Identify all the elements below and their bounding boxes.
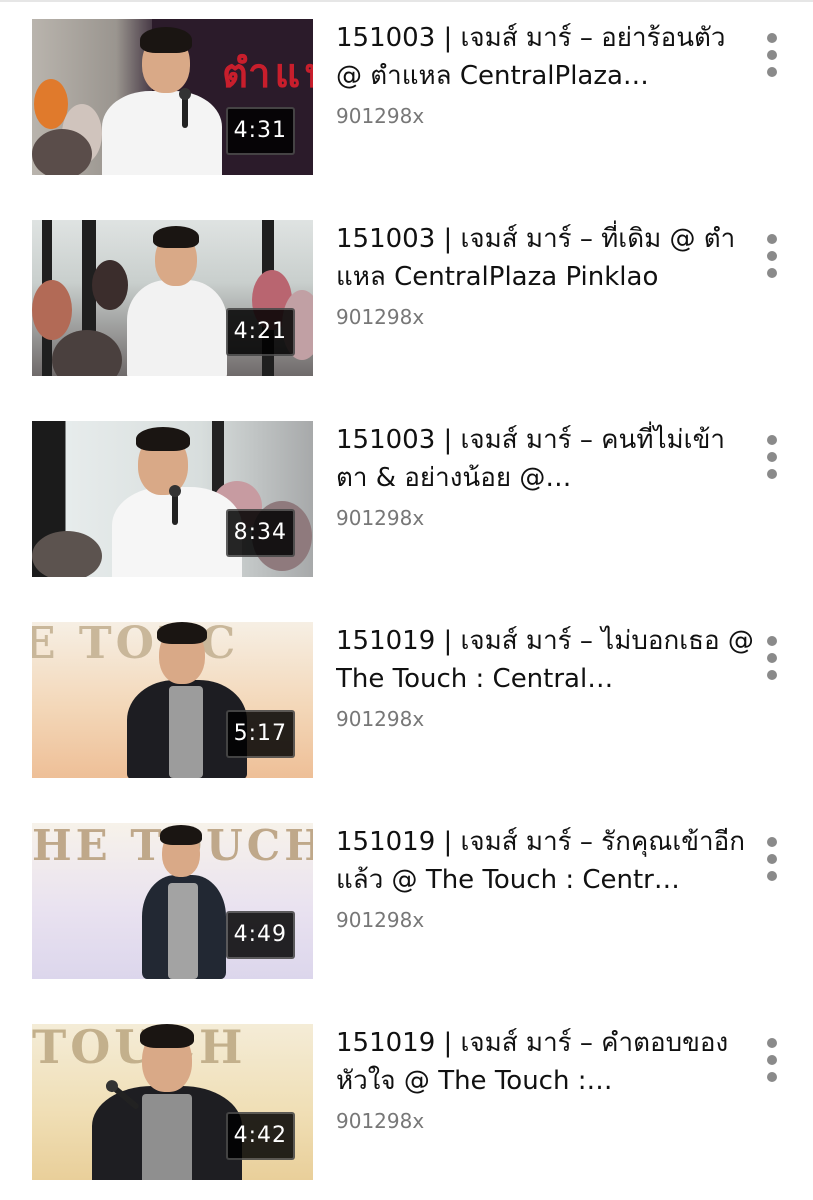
video-meta: 151003 | เจมส์ มาร์ – คนที่ไม่เข้าตา & อ…	[336, 421, 756, 531]
top-divider	[0, 0, 813, 2]
more-vert-icon[interactable]	[760, 435, 784, 479]
video-item[interactable]: TOUCH 4:42 151019 | เจมส์ มาร์ – คำตอบขอ…	[0, 1024, 813, 1184]
video-view-count: 901298x	[336, 707, 425, 731]
menu-dot	[767, 1072, 777, 1082]
video-thumbnail[interactable]: HE TOUCH 4:49	[32, 823, 313, 979]
video-thumbnail[interactable]: 4:21	[32, 220, 313, 376]
menu-dot	[767, 469, 777, 479]
menu-dot	[767, 435, 777, 445]
video-item[interactable]: E TOUC 5:17 151019 | เจมส์ มาร์ – ไม่บอก…	[0, 622, 813, 782]
video-duration-badge: 4:21	[225, 308, 295, 356]
menu-dot	[767, 670, 777, 680]
video-thumbnail[interactable]: ตำแห 4:31	[32, 19, 313, 175]
menu-dot	[767, 871, 777, 881]
video-view-count: 901298x	[336, 104, 425, 128]
video-title[interactable]: 151003 | เจมส์ มาร์ – คนที่ไม่เข้าตา & อ…	[336, 421, 756, 497]
video-view-count: 901298x	[336, 305, 425, 329]
menu-dot	[767, 636, 777, 646]
video-duration-badge: 5:17	[225, 710, 295, 758]
more-vert-icon[interactable]	[760, 1038, 784, 1082]
menu-dot	[767, 268, 777, 278]
menu-dot	[767, 653, 777, 663]
video-meta: 151003 | เจมส์ มาร์ – ที่เดิม @ ตำแหล Ce…	[336, 220, 756, 330]
more-vert-icon[interactable]	[760, 837, 784, 881]
menu-dot	[767, 1038, 777, 1048]
menu-dot	[767, 452, 777, 462]
video-view-count: 901298x	[336, 1109, 425, 1133]
video-title[interactable]: 151003 | เจมส์ มาร์ – อย่าร้อนตัว @ ตำแห…	[336, 19, 756, 95]
more-vert-icon[interactable]	[760, 636, 784, 680]
video-item[interactable]: 4:21 151003 | เจมส์ มาร์ – ที่เดิม @ ตำแ…	[0, 220, 813, 380]
menu-dot	[767, 854, 777, 864]
video-meta: 151019 | เจมส์ มาร์ – รักคุณเข้าอีกแล้ว …	[336, 823, 756, 933]
more-vert-icon[interactable]	[760, 33, 784, 77]
video-duration-badge: 4:31	[225, 107, 295, 155]
menu-dot	[767, 234, 777, 244]
menu-dot	[767, 67, 777, 77]
video-duration-badge: 4:42	[225, 1112, 295, 1160]
menu-dot	[767, 251, 777, 261]
more-vert-icon[interactable]	[760, 234, 784, 278]
menu-dot	[767, 837, 777, 847]
video-item[interactable]: HE TOUCH 4:49 151019 | เจมส์ มาร์ – รักค…	[0, 823, 813, 983]
menu-dot	[767, 33, 777, 43]
video-thumbnail[interactable]: 8:34	[32, 421, 313, 577]
video-view-count: 901298x	[336, 908, 425, 932]
menu-dot	[767, 1055, 777, 1065]
video-duration-badge: 4:49	[225, 911, 295, 959]
video-title[interactable]: 151003 | เจมส์ มาร์ – ที่เดิม @ ตำแหล Ce…	[336, 220, 756, 296]
video-title[interactable]: 151019 | เจมส์ มาร์ – รักคุณเข้าอีกแล้ว …	[336, 823, 756, 899]
menu-dot	[767, 50, 777, 60]
video-view-count: 901298x	[336, 506, 425, 530]
video-item[interactable]: ตำแห 4:31 151003 | เจมส์ มาร์ – อย่าร้อน…	[0, 19, 813, 179]
video-thumbnail[interactable]: E TOUC 5:17	[32, 622, 313, 778]
video-item[interactable]: 8:34 151003 | เจมส์ มาร์ – คนที่ไม่เข้าต…	[0, 421, 813, 581]
video-title[interactable]: 151019 | เจมส์ มาร์ – คำตอบของหัวใจ @ Th…	[336, 1024, 756, 1100]
video-meta: 151019 | เจมส์ มาร์ – ไม่บอกเธอ @ The To…	[336, 622, 756, 732]
video-meta: 151003 | เจมส์ มาร์ – อย่าร้อนตัว @ ตำแห…	[336, 19, 756, 129]
video-thumbnail[interactable]: TOUCH 4:42	[32, 1024, 313, 1180]
video-duration-badge: 8:34	[225, 509, 295, 557]
video-title[interactable]: 151019 | เจมส์ มาร์ – ไม่บอกเธอ @ The To…	[336, 622, 756, 698]
video-meta: 151019 | เจมส์ มาร์ – คำตอบของหัวใจ @ Th…	[336, 1024, 756, 1134]
